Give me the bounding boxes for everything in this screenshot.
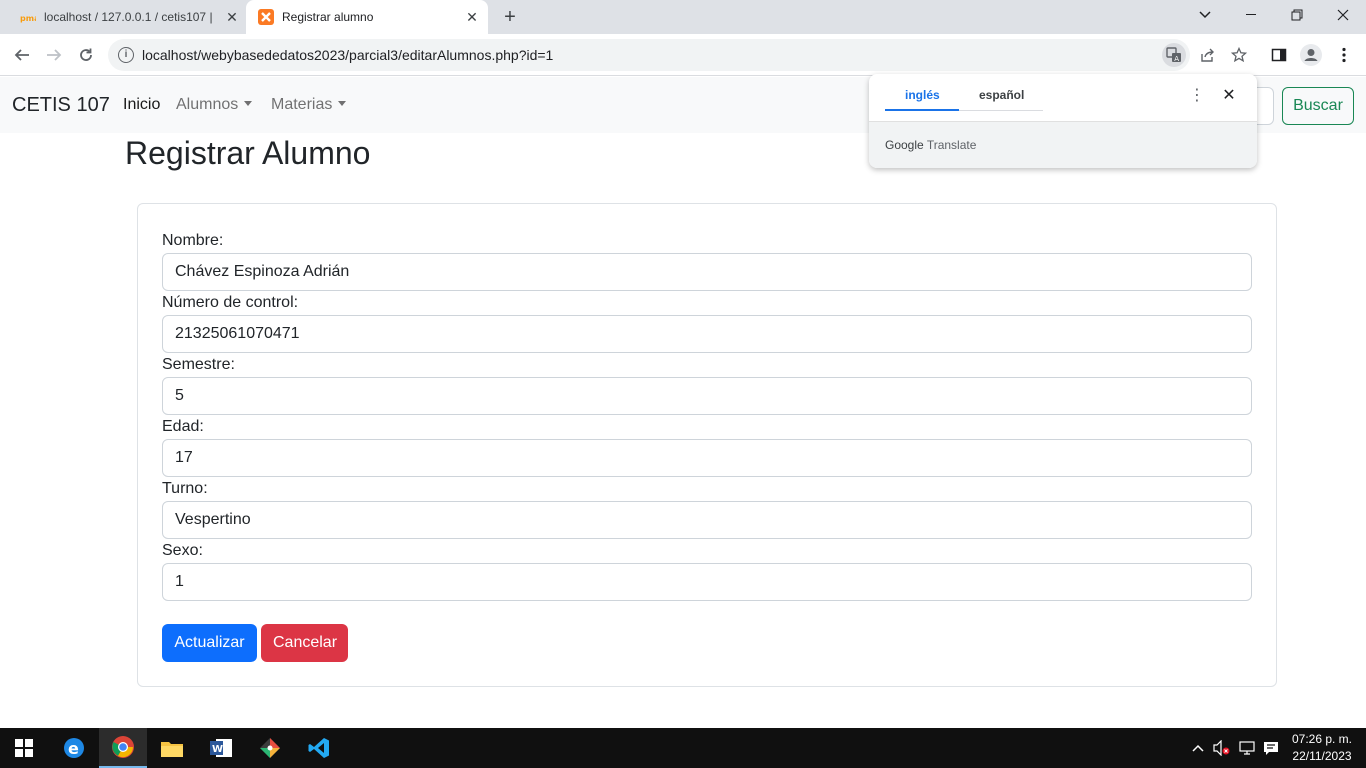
cancelar-button[interactable]: Cancelar [261, 624, 348, 662]
file-explorer-icon[interactable] [148, 728, 196, 768]
restore-button[interactable] [1274, 0, 1320, 30]
vscode-icon[interactable] [295, 728, 343, 768]
active-tab-indicator [885, 109, 959, 111]
translate-icon[interactable]: A [1162, 43, 1186, 67]
chrome-icon[interactable] [99, 728, 147, 768]
google-translate-logo: Google Translate [885, 138, 976, 152]
profile-avatar-icon[interactable] [1299, 43, 1323, 67]
numero-control-input[interactable] [162, 315, 1252, 353]
xampp-icon [258, 9, 274, 25]
svg-text:W: W [212, 744, 223, 755]
turno-input[interactable] [162, 501, 1252, 539]
nav-dropdown-label: Materias [271, 96, 333, 113]
close-tab-icon[interactable]: ✕ [464, 9, 480, 25]
tab-phpmyadmin[interactable]: pma localhost / 127.0.0.1 / cetis107 | ✕ [8, 0, 248, 34]
windows-taskbar: e W 07:26 p. m. 22/11/2023 [0, 728, 1366, 768]
url-text[interactable]: localhost/webybasededatos2023/parcial3/e… [142, 47, 553, 63]
actualizar-button[interactable]: Actualizar [162, 624, 257, 662]
nav-dropdown-label: Alumnos [176, 96, 239, 113]
close-window-button[interactable] [1320, 0, 1366, 30]
network-icon[interactable] [1236, 728, 1258, 768]
side-panel-icon[interactable] [1267, 43, 1291, 67]
tab-title: Registrar alumno [282, 10, 374, 24]
tab-registrar-alumno[interactable]: Registrar alumno ✕ [246, 0, 488, 34]
back-button[interactable] [8, 41, 36, 69]
nombre-label: Nombre: [162, 232, 224, 249]
more-options-icon[interactable]: ⋮ [1187, 86, 1207, 106]
translate-popup: inglés español ⋮ ✕ Google Translate [869, 74, 1257, 168]
translate-wordmark: Translate [926, 138, 977, 152]
ime-keyboard-icon[interactable] [1260, 728, 1282, 768]
show-hidden-icons-icon[interactable] [1188, 728, 1208, 768]
clock-date: 22/11/2023 [1292, 749, 1352, 763]
phpmyadmin-icon: pma [20, 9, 36, 25]
minimize-button[interactable] [1228, 0, 1274, 30]
site-info-icon[interactable]: i [118, 47, 134, 63]
forward-button[interactable] [40, 41, 68, 69]
nav-link-inicio[interactable]: Inicio [123, 96, 160, 114]
turno-label: Turno: [162, 480, 208, 497]
tab-divider [959, 110, 1043, 111]
nav-dropdown-alumnos[interactable]: Alumnos [176, 96, 253, 114]
numero-control-label: Número de control: [162, 294, 299, 311]
volume-muted-icon[interactable] [1210, 728, 1234, 768]
semestre-label: Semestre: [162, 356, 235, 373]
translate-footer: Google Translate [869, 121, 1257, 168]
svg-text:e: e [68, 739, 79, 758]
nav-dropdown-materias[interactable]: Materias [271, 96, 347, 114]
student-form-card: Nombre: Número de control: Semestre: Eda… [137, 203, 1277, 687]
semestre-input[interactable] [162, 377, 1252, 415]
edad-label: Edad: [162, 418, 204, 435]
close-tab-icon[interactable]: ✕ [224, 9, 240, 25]
tab-title: localhost / 127.0.0.1 / cetis107 | [44, 10, 213, 24]
translate-tab-target[interactable]: español [979, 88, 1024, 112]
browser-tabstrip: pma localhost / 127.0.0.1 / cetis107 | ✕… [0, 0, 1366, 34]
taskbar-clock[interactable]: 07:26 p. m. 22/11/2023 [1285, 731, 1359, 765]
close-icon[interactable]: ✕ [1219, 86, 1239, 106]
google-wordmark: Google [885, 138, 924, 152]
svg-text:A: A [1174, 55, 1179, 63]
browser-toolbar: i localhost/webybasededatos2023/parcial3… [0, 34, 1366, 76]
caret-down-icon [338, 101, 347, 106]
caret-down-icon [244, 101, 253, 106]
address-bar[interactable]: i localhost/webybasededatos2023/parcial3… [108, 39, 1247, 71]
chrome-menu-icon[interactable] [1332, 43, 1356, 67]
edad-input[interactable] [162, 439, 1252, 477]
bookmark-star-icon[interactable] [1227, 43, 1251, 67]
search-button[interactable]: Buscar [1282, 87, 1354, 125]
new-tab-button[interactable]: + [498, 5, 522, 29]
windows-logo-icon [15, 739, 33, 757]
tab-search-icon[interactable] [1182, 0, 1228, 30]
word-icon[interactable]: W [197, 728, 245, 768]
sexo-label: Sexo: [162, 542, 203, 559]
reload-button[interactable] [72, 41, 100, 69]
clock-time: 07:26 p. m. [1291, 732, 1353, 746]
edge-icon[interactable]: e [50, 728, 98, 768]
navbar-brand[interactable]: CETIS 107 [12, 94, 110, 117]
page-title: Registrar Alumno [125, 135, 371, 171]
svg-text:pma: pma [20, 14, 36, 23]
nombre-input[interactable] [162, 253, 1252, 291]
share-icon[interactable] [1195, 43, 1219, 67]
git-client-icon[interactable] [246, 728, 294, 768]
sexo-input[interactable] [162, 563, 1252, 601]
start-button[interactable] [0, 728, 48, 768]
